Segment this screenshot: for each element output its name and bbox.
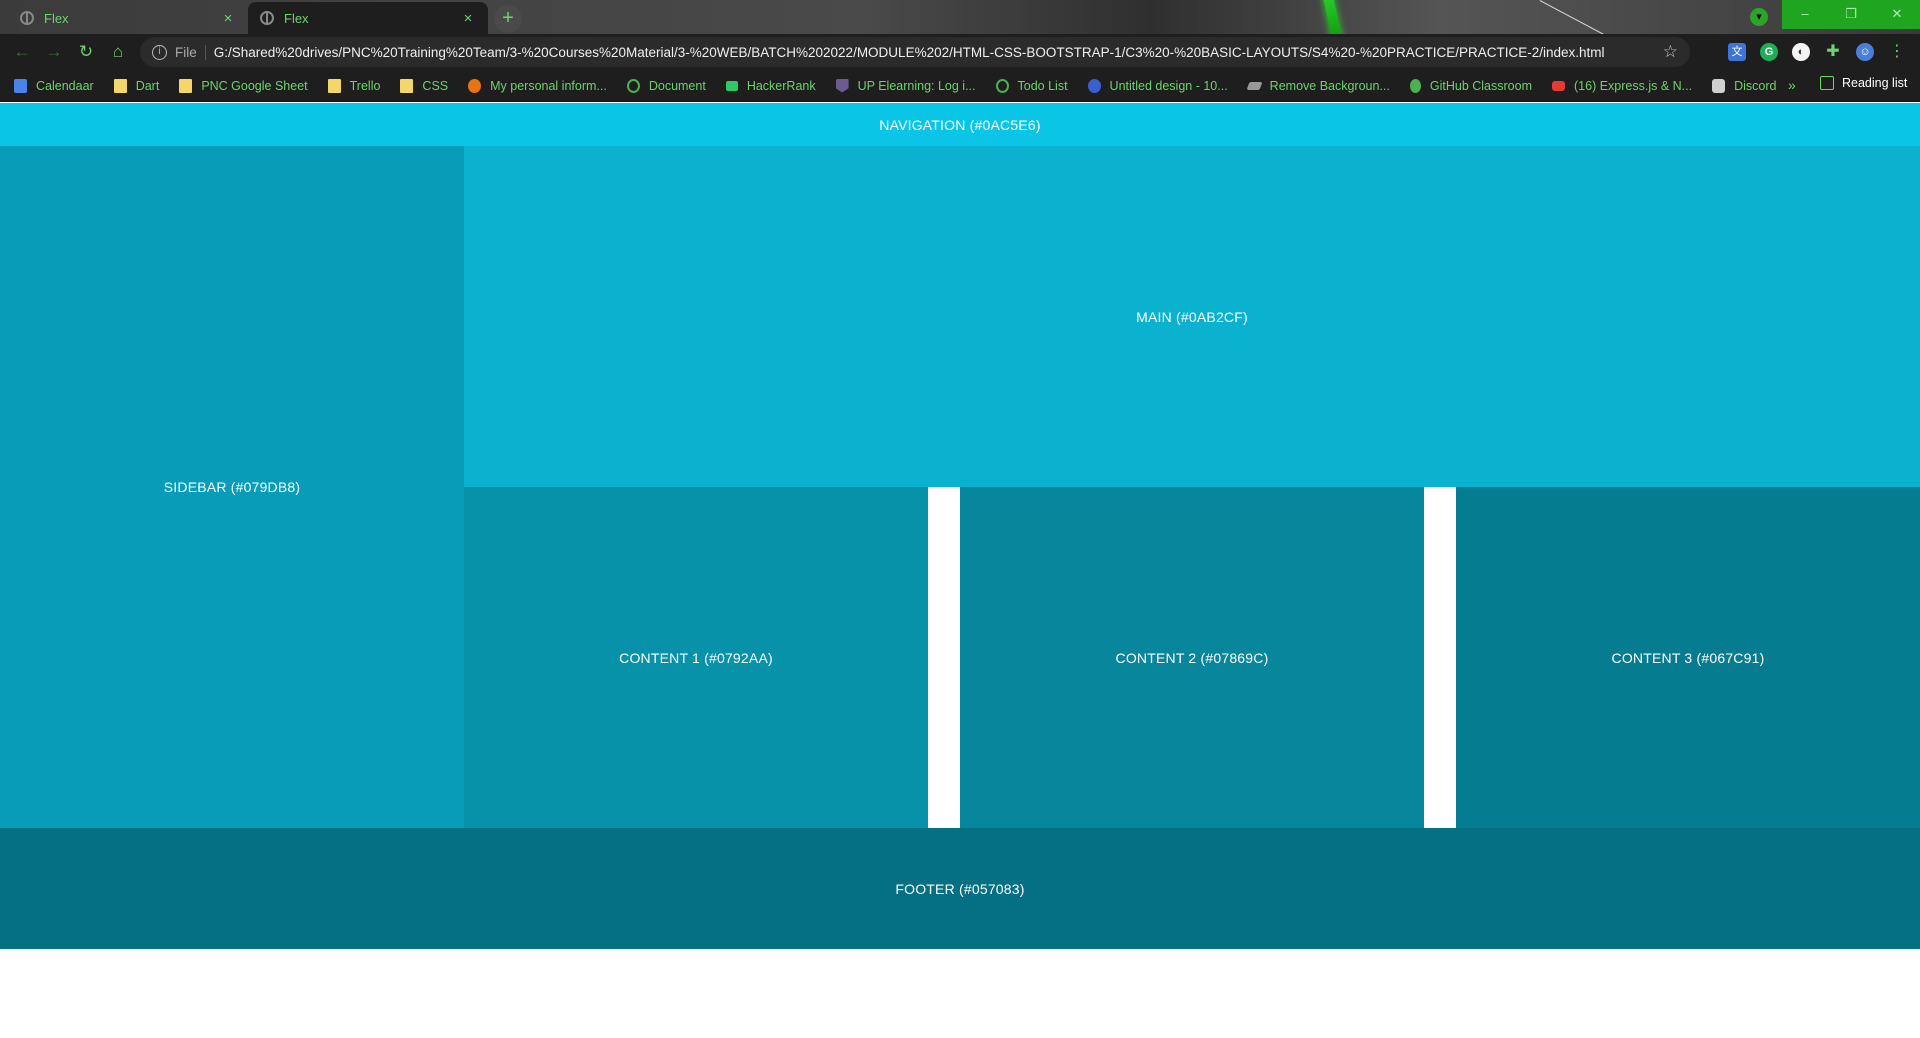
folder-icon: [179, 78, 193, 93]
bookmark-calendaar[interactable]: Calendaar: [14, 78, 94, 93]
new-tab-button[interactable]: +: [494, 5, 522, 33]
canva-icon: [1087, 78, 1101, 93]
discord-icon: [1712, 78, 1726, 93]
tab-close-button[interactable]: ×: [460, 10, 476, 27]
globe-icon: [20, 11, 34, 25]
bookmark-label: CSS: [422, 78, 449, 93]
bookmark-dart[interactable]: Dart: [113, 78, 160, 93]
extension-circle-icon[interactable]: ◐: [1792, 43, 1810, 61]
footer-label: FOOTER (#057083): [895, 880, 1025, 897]
bookmark-label: PNC Google Sheet: [201, 78, 308, 93]
bookmark-document[interactable]: Document: [626, 78, 706, 93]
bookmark-label: UP Elearning: Log i...: [857, 78, 976, 93]
main-label: MAIN (#0AB2CF): [1136, 308, 1248, 325]
firefox-icon: [468, 78, 482, 93]
bookmark-label: GitHub Classroom: [1429, 78, 1532, 93]
folder-icon: [400, 78, 414, 93]
address-bar[interactable]: i File G:/Shared%20drives/PNC%20Training…: [140, 37, 1690, 67]
theme-decoration: [1321, 0, 1345, 34]
forward-button[interactable]: →: [38, 42, 70, 62]
tab-search-icon[interactable]: ▾: [1750, 8, 1768, 26]
github-icon: [1409, 78, 1421, 93]
page-viewport: NAVIGATION (#0AC5E6) SIDEBAR (#079DB8) M…: [0, 103, 1920, 1038]
globe-icon: [260, 11, 274, 25]
tab-title: Flex: [284, 10, 309, 26]
more-bookmarks-button[interactable]: »: [1788, 77, 1796, 93]
back-button[interactable]: ←: [6, 42, 38, 62]
content-3-label: CONTENT 3 (#067C91): [1611, 649, 1765, 666]
bookmark-expressjs[interactable]: (16) Express.js & N...: [1552, 79, 1692, 93]
navigation-section: NAVIGATION (#0AC5E6): [0, 103, 1920, 146]
maximize-button[interactable]: ❐: [1828, 0, 1874, 29]
grammarly-extension-icon[interactable]: G: [1760, 43, 1778, 61]
reload-button[interactable]: ↻: [70, 42, 102, 62]
bookmark-label: HackerRank: [746, 78, 816, 93]
close-window-button[interactable]: ✕: [1874, 0, 1920, 29]
bookmarks-bar: Calendaar Dart PNC Google Sheet Trello C…: [0, 70, 1920, 102]
browser-toolbar: ← → ↻ ⌂ i File G:/Shared%20drives/PNC%20…: [0, 34, 1920, 70]
minimize-button[interactable]: –: [1782, 0, 1828, 29]
globe-icon: [995, 78, 1009, 93]
bookmark-css[interactable]: CSS: [400, 78, 449, 93]
browser-menu-icon[interactable]: ⋮: [1888, 43, 1906, 61]
bookmark-up-elearning[interactable]: UP Elearning: Log i...: [835, 78, 976, 93]
reading-list-label: Reading list: [1842, 76, 1908, 90]
folder-icon: [327, 78, 341, 93]
bookmark-label: Todo List: [1017, 78, 1068, 93]
url-scheme: File: [175, 44, 206, 60]
bookmark-star-icon[interactable]: ☆: [1663, 42, 1678, 62]
bookmark-personal-info[interactable]: My personal inform...: [468, 78, 607, 93]
bookmark-discord[interactable]: Discord: [1712, 78, 1777, 93]
tab-strip: Flex × Flex × + ▾ – ❐ ✕: [0, 0, 1920, 34]
extensions-puzzle-icon[interactable]: ✚: [1824, 43, 1842, 61]
layers-icon: [1246, 81, 1263, 90]
sidebar-section: SIDEBAR (#079DB8): [0, 146, 464, 828]
bookmark-label: My personal inform...: [490, 78, 607, 93]
folder-icon: [113, 78, 127, 93]
theme-decoration-line: [1539, 0, 1611, 34]
bookmark-trello[interactable]: Trello: [327, 78, 381, 93]
info-icon[interactable]: i: [152, 44, 167, 60]
youtube-icon: [1552, 80, 1565, 91]
bookmark-todo-list[interactable]: Todo List: [995, 78, 1068, 93]
translate-extension-icon[interactable]: 文: [1728, 43, 1746, 61]
home-button[interactable]: ⌂: [102, 42, 134, 62]
bookmark-remove-background[interactable]: Remove Backgroun...: [1246, 78, 1390, 93]
bookmark-label: Untitled design - 10...: [1109, 78, 1228, 93]
globe-icon: [626, 78, 640, 93]
content-2-section: CONTENT 2 (#07869C): [960, 487, 1424, 828]
shield-icon: [835, 78, 849, 93]
content-1-label: CONTENT 1 (#0792AA): [619, 649, 773, 666]
calendar-icon: [14, 78, 27, 93]
navigation-label: NAVIGATION (#0AC5E6): [879, 116, 1041, 133]
bookmark-label: Dart: [135, 78, 160, 93]
tab-title: Flex: [44, 10, 69, 26]
bookmark-label: Document: [648, 78, 706, 93]
bookmark-pnc-google-sheet[interactable]: PNC Google Sheet: [179, 78, 308, 93]
reading-list-button[interactable]: Reading list: [1820, 76, 1907, 90]
tab-close-button[interactable]: ×: [220, 10, 236, 27]
sidebar-label: SIDEBAR (#079DB8): [163, 479, 301, 495]
main-section: MAIN (#0AB2CF): [464, 146, 1920, 487]
bookmark-label: Trello: [349, 78, 381, 93]
browser-tab-1[interactable]: Flex ×: [8, 2, 248, 34]
bookmark-label: Remove Backgroun...: [1269, 78, 1390, 93]
hackerrank-icon: [725, 80, 738, 91]
bookmark-label: (16) Express.js & N...: [1574, 78, 1693, 93]
reading-list-icon: [1820, 76, 1834, 90]
bookmark-hackerrank[interactable]: HackerRank: [725, 78, 816, 93]
bookmark-github-classroom[interactable]: GitHub Classroom: [1409, 78, 1532, 93]
bookmark-untitled-design[interactable]: Untitled design - 10...: [1087, 78, 1228, 93]
content-3-section: CONTENT 3 (#067C91): [1456, 487, 1920, 828]
content-2-label: CONTENT 2 (#07869C): [1115, 649, 1269, 666]
browser-tab-2-active[interactable]: Flex ×: [248, 2, 488, 34]
bookmark-label: Discord: [1734, 78, 1777, 93]
bookmark-label: Calendaar: [36, 78, 94, 93]
content-1-section: CONTENT 1 (#0792AA): [464, 487, 928, 828]
url-text[interactable]: G:/Shared%20drives/PNC%20Training%20Team…: [214, 45, 1663, 60]
footer-section: FOOTER (#057083): [0, 828, 1920, 949]
profile-avatar-icon[interactable]: ☺: [1856, 43, 1874, 61]
